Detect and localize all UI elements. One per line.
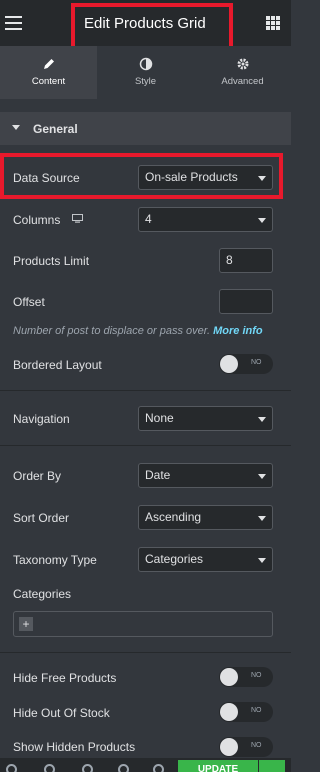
tab-content[interactable]: Content (0, 46, 97, 99)
widgets-grid-icon[interactable] (266, 16, 280, 30)
gear-icon (237, 58, 248, 70)
select-value: 4 (145, 212, 152, 226)
plus-icon[interactable]: + (19, 617, 33, 631)
chevron-down-icon (258, 558, 266, 563)
show-hidden-products-label: Show Hidden Products (13, 740, 136, 754)
editor-footer: UPDATE (0, 758, 291, 772)
description-text: Number of post to displace or pass over. (13, 325, 211, 337)
tab-style[interactable]: Style (97, 46, 194, 99)
taxonomy-type-label: Taxonomy Type (13, 553, 97, 567)
panel-tabs: Content Style Advanced (0, 46, 291, 145)
toggle-knob (220, 703, 238, 721)
sort-order-select[interactable]: Ascending (138, 505, 273, 530)
navigation-select[interactable]: None (138, 406, 273, 431)
bordered-layout-toggle[interactable]: NO (219, 354, 273, 374)
products-limit-input[interactable]: 8 (219, 248, 273, 273)
preview-eye-icon[interactable] (153, 764, 164, 772)
select-value: Date (145, 468, 171, 482)
divider (0, 445, 291, 446)
offset-description: Number of post to displace or pass over.… (13, 325, 263, 337)
toggle-text: NO (251, 672, 262, 679)
products-limit-label: Products Limit (13, 254, 90, 268)
more-info-link[interactable]: More info (213, 325, 263, 337)
chevron-down-icon (258, 474, 266, 479)
offset-label: Offset (13, 295, 45, 309)
toggle-text: NO (251, 707, 262, 714)
hide-free-products-label: Hide Free Products (13, 671, 117, 685)
tab-advanced[interactable]: Advanced (194, 46, 291, 99)
order-by-label: Order By (13, 469, 62, 483)
navigator-icon[interactable] (44, 764, 55, 772)
update-button[interactable]: UPDATE (178, 760, 258, 772)
categories-multiselect[interactable]: + (13, 611, 273, 637)
caret-down-icon (12, 125, 20, 130)
data-source-highlight-box (0, 153, 283, 199)
section-general-header[interactable]: General (0, 112, 291, 145)
columns-select[interactable]: 4 (138, 207, 273, 232)
select-value: None (145, 411, 174, 425)
hide-free-products-toggle[interactable]: NO (219, 667, 273, 687)
hide-out-of-stock-toggle[interactable]: NO (219, 702, 273, 722)
bordered-layout-label: Bordered Layout (13, 358, 102, 372)
taxonomy-type-select[interactable]: Categories (138, 547, 273, 572)
desktop-icon[interactable] (72, 214, 83, 223)
tab-label: Style (134, 76, 157, 87)
select-value: Ascending (145, 510, 202, 524)
history-icon[interactable] (82, 764, 93, 772)
toggle-text: NO (251, 742, 262, 749)
toggle-text: NO (251, 359, 262, 366)
categories-label: Categories (13, 587, 72, 601)
divider (0, 652, 291, 653)
columns-label: Columns (13, 213, 61, 227)
chevron-down-icon (258, 417, 266, 422)
menu-icon[interactable] (5, 16, 22, 30)
tab-label: Content (31, 76, 66, 87)
responsive-icon[interactable] (118, 764, 129, 772)
show-hidden-products-toggle[interactable]: NO (219, 737, 273, 757)
offset-input[interactable] (219, 289, 273, 314)
chevron-down-icon (258, 516, 266, 521)
sort-order-label: Sort Order (13, 511, 70, 525)
save-options-button[interactable] (259, 760, 285, 772)
tab-label: Advanced (221, 76, 264, 87)
toggle-knob (220, 355, 238, 373)
divider (0, 390, 291, 391)
pencil-icon (43, 59, 54, 69)
toggle-knob (220, 668, 238, 686)
select-value: Categories (145, 552, 204, 566)
chevron-down-icon (258, 218, 266, 223)
half-circle-icon (139, 57, 152, 71)
navigation-label: Navigation (13, 412, 70, 426)
hide-out-of-stock-label: Hide Out Of Stock (13, 706, 110, 720)
section-title: General (33, 122, 78, 136)
order-by-select[interactable]: Date (138, 463, 273, 488)
settings-icon[interactable] (6, 764, 17, 772)
toggle-knob (220, 738, 238, 756)
